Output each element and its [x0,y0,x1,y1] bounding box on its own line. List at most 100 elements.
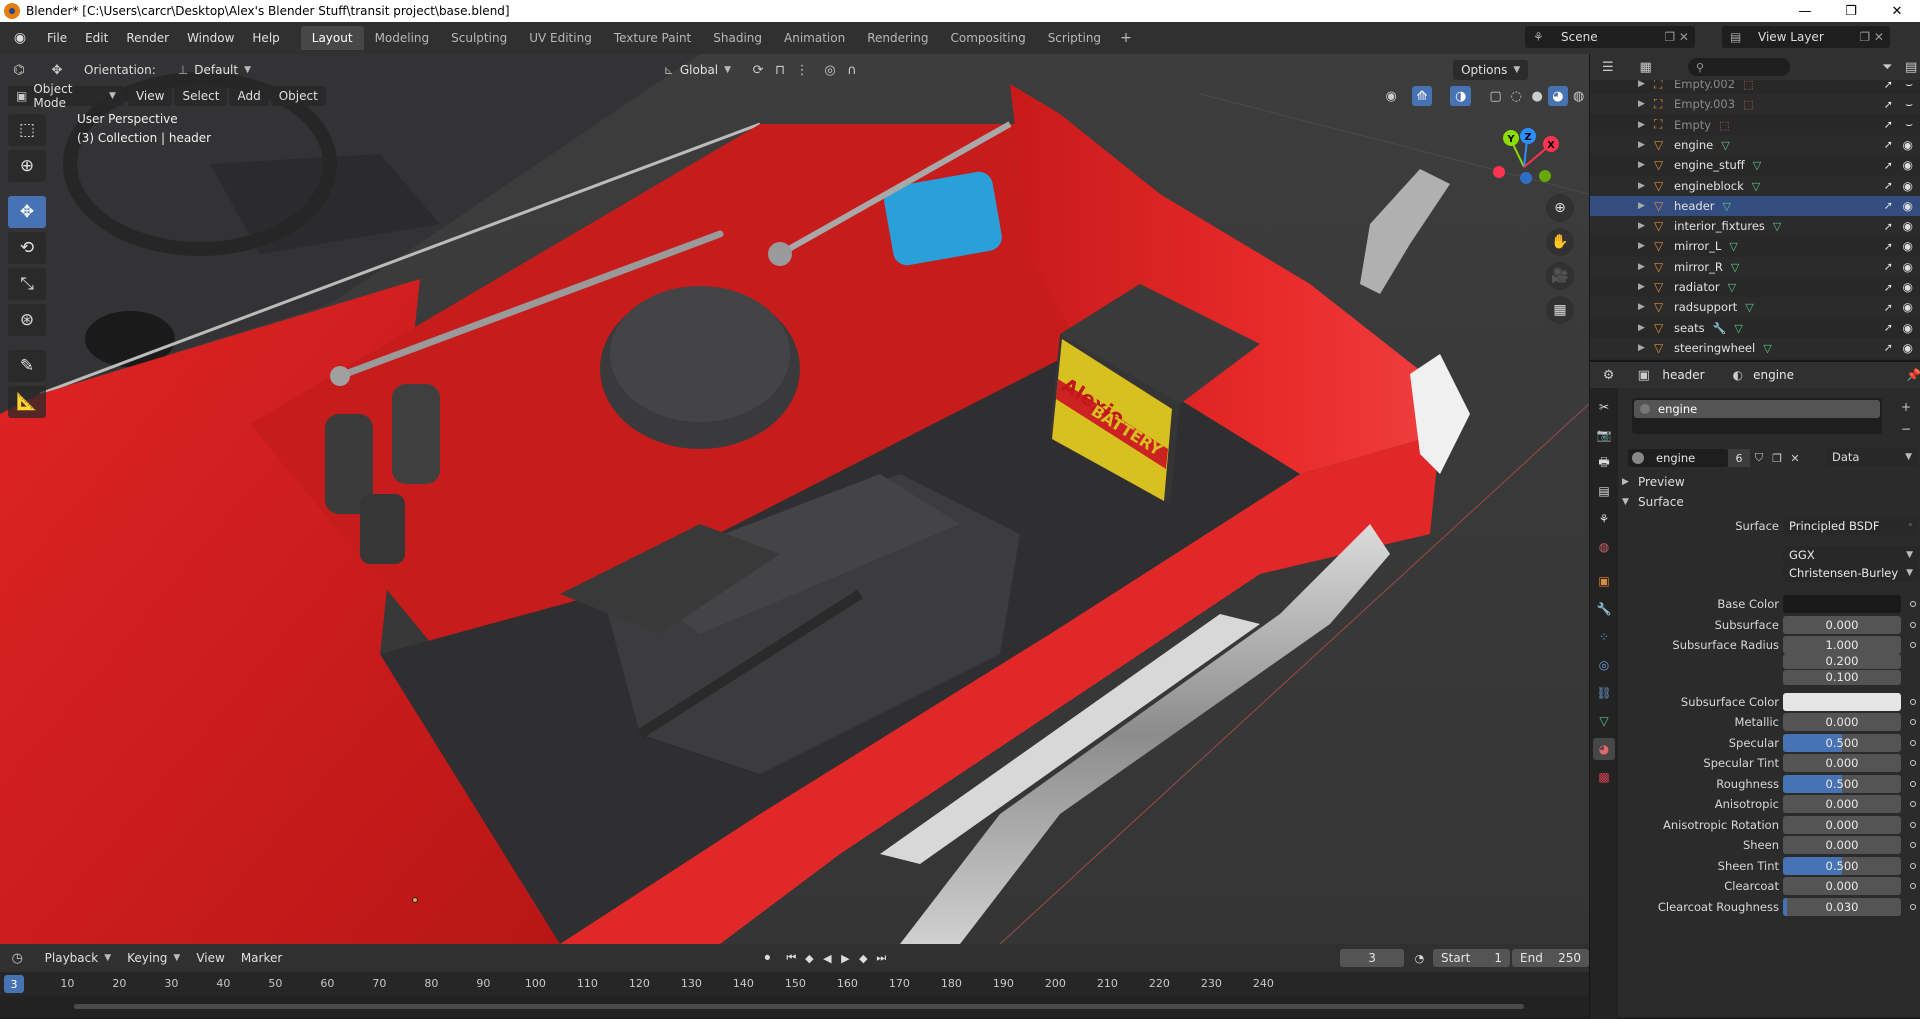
tab-texture-paint[interactable]: Texture Paint [603,26,702,50]
material-name-field[interactable]: engine [1628,449,1728,467]
material-users-count[interactable]: 6 [1728,449,1750,467]
visibility-eye-icon[interactable]: ◉ [1903,179,1913,193]
viewport-menu-add[interactable]: Add [229,86,269,106]
render-tab-icon[interactable]: 📷 [1593,424,1615,446]
zoom-icon[interactable]: ⊕ [1546,194,1574,222]
value-slider[interactable]: 0.000 [1783,615,1901,634]
expand-arrow-icon[interactable]: ▶ [1638,181,1645,191]
viewport-scene[interactable]: Alexio BATTERY [0,54,1589,944]
outliner-search-input[interactable]: ⚲ [1688,58,1790,76]
play-reverse-icon[interactable]: ◀ [818,949,836,967]
menu-help[interactable]: Help [243,26,288,50]
outliner-item-engine-stuff[interactable]: ▶ ▽ engine_stuff ▽ ➚ ◉ [1590,155,1920,175]
selectable-arrow-icon[interactable]: ➚ [1884,199,1893,212]
tab-modeling[interactable]: Modeling [364,26,441,50]
editor-type-icon[interactable]: ⌬ [8,60,30,80]
selectable-arrow-icon[interactable]: ➚ [1884,118,1893,131]
outliner-item-seats[interactable]: ▶ ▽ seats 🔧 ▽ ➚ ◉ [1590,318,1920,338]
viewport-menu-object[interactable]: Object [270,86,326,106]
ortho-grid-icon[interactable]: ▦ [1546,296,1574,324]
selectable-arrow-icon[interactable]: ➚ [1884,321,1893,334]
visibility-eye-icon[interactable]: ◉ [1903,300,1913,314]
3d-viewport[interactable]: Alexio BATTERY ⌬ ✥ Orientation: ⊥ Defaul… [0,54,1589,944]
proportional-edit-icon[interactable]: ◎ [819,60,841,80]
options-dropdown[interactable]: Options ▼ [1453,60,1529,80]
close-button[interactable]: ✕ [1874,0,1920,22]
expand-arrow-icon[interactable]: ▶ [1638,343,1645,353]
value-slider[interactable]: 0.000 [1783,754,1901,772]
world-tab-icon[interactable]: ◍ [1593,536,1615,558]
socket-link-icon[interactable] [1910,698,1916,705]
socket-link-icon[interactable] [1910,719,1916,725]
marker-menu[interactable]: Marker [233,948,290,968]
current-frame-field[interactable]: 3 [1340,949,1404,967]
socket-link-icon[interactable] [1910,621,1916,628]
expand-arrow-icon[interactable]: ▶ [1638,323,1645,333]
add-workspace-button[interactable]: + [1112,26,1140,50]
fake-user-shield-icon[interactable]: ⛉ [1750,449,1768,467]
view-layer-selector[interactable]: ▤ View Layer ❐ ✕ [1722,26,1890,48]
gizmo-toggle-icon[interactable]: ⟰ [1411,86,1433,106]
viewport-menu-view[interactable]: View [127,86,173,106]
material-tab-icon[interactable]: ◕ [1593,738,1615,760]
socket-link-icon[interactable] [1910,739,1916,746]
visibility-eye-icon[interactable]: ◉ [1903,280,1913,294]
minimize-button[interactable]: — [1782,0,1828,22]
outliner-item-interior-fixtures[interactable]: ▶ ▽ interior_fixtures ▽ ➚ ◉ [1590,216,1920,237]
outliner-item-mirror-r[interactable]: ▶ ▽ mirror_R ▽ ➚ ◉ [1590,256,1920,277]
visibility-eye-icon[interactable]: ◉ [1903,239,1913,253]
value-slider[interactable]: 0.500 [1783,733,1901,752]
outliner-item-header[interactable]: ▶ ▽ header ▽ ➚ ◉ [1590,195,1920,216]
camera-icon[interactable]: 🎥 [1546,262,1574,290]
expand-arrow-icon[interactable]: ▶ [1638,262,1645,272]
output-tab-icon[interactable]: 🖶 [1593,452,1615,474]
measure-tool[interactable]: 📐 [8,386,46,418]
expand-arrow-icon[interactable]: ▶ [1638,99,1645,109]
solid-shading-icon[interactable]: ● [1527,86,1548,106]
outliner-item-empty-003[interactable]: ▶ ⛶ Empty.003 ⬚ ➚ ⌣ [1590,94,1920,115]
annotate-tool[interactable]: ✎ [8,350,46,382]
view-layer-tab-icon[interactable]: ▤ [1593,480,1615,502]
selectable-arrow-icon[interactable]: ➚ [1884,240,1893,253]
outliner-item-engine[interactable]: ▶ ▽ engine ▽ ➚ ◉ [1590,134,1920,155]
selectable-arrow-icon[interactable]: ➚ [1884,281,1893,294]
material-slot[interactable]: engine [1634,400,1880,418]
timeline-editor-type-icon[interactable]: ◷ [8,948,27,968]
visibility-eye-icon[interactable]: ⌣ [1905,97,1913,112]
visibility-eye-icon[interactable]: ◉ [1903,138,1913,152]
filter-icon[interactable]: ⏷ [1878,57,1898,77]
duplicate-material-icon[interactable]: ❐ [1768,449,1786,467]
expand-arrow-icon[interactable]: ▶ [1638,302,1645,312]
tab-layout[interactable]: Layout [300,26,364,50]
distribution-dropdown[interactable]: GGX ▼ [1783,546,1919,564]
visibility-icon[interactable]: ◉ [1381,86,1402,106]
pin-icon[interactable]: 📌 [1906,368,1920,382]
new-collection-icon[interactable]: ▤ [1901,57,1920,77]
color-swatch[interactable] [1783,595,1901,613]
rotate-tool[interactable]: ⟲ [8,232,46,264]
menu-edit[interactable]: Edit [76,26,117,50]
scene-selector[interactable]: ⚘ Scene ❐ ✕ [1525,26,1695,48]
visibility-eye-icon[interactable]: ◉ [1903,219,1913,233]
value-slider[interactable]: 0.000 [1783,815,1901,834]
outliner-item-engineblock[interactable]: ▶ ▽ engineblock ▽ ➚ ◉ [1590,175,1920,196]
texture-tab-icon[interactable]: ▩ [1593,766,1615,788]
selectable-arrow-icon[interactable]: ➚ [1884,138,1893,151]
tool-tab-icon[interactable]: ✂ [1593,396,1615,418]
menu-render[interactable]: Render [117,26,178,50]
transform-orientation-dropdown[interactable]: ⊾ Global ▼ [656,60,739,80]
snap-icon[interactable]: ⊓ [769,60,791,80]
transform-tool[interactable]: ⊛ [8,304,46,336]
outliner-item-empty-002[interactable]: ▶ ⛶ Empty.002 ⬚ ➚ ⌣ [1590,80,1920,94]
menu-file[interactable]: File [38,26,76,50]
record-icon[interactable]: ⏺ [758,949,776,967]
particles-tab-icon[interactable]: ⁘ [1593,626,1615,648]
prev-keyframe-icon[interactable]: ◆ [800,949,818,967]
selectable-arrow-icon[interactable]: ➚ [1884,260,1893,273]
selectable-arrow-icon[interactable]: ➚ [1884,98,1893,111]
value-slider[interactable]: 0.500 [1783,856,1901,875]
selectable-arrow-icon[interactable]: ➚ [1884,80,1893,91]
outliner-editor-type-icon[interactable]: ☰ [1598,57,1618,77]
viewport-menu-select[interactable]: Select [174,86,228,106]
scale-tool[interactable]: ⤡ [8,268,46,300]
